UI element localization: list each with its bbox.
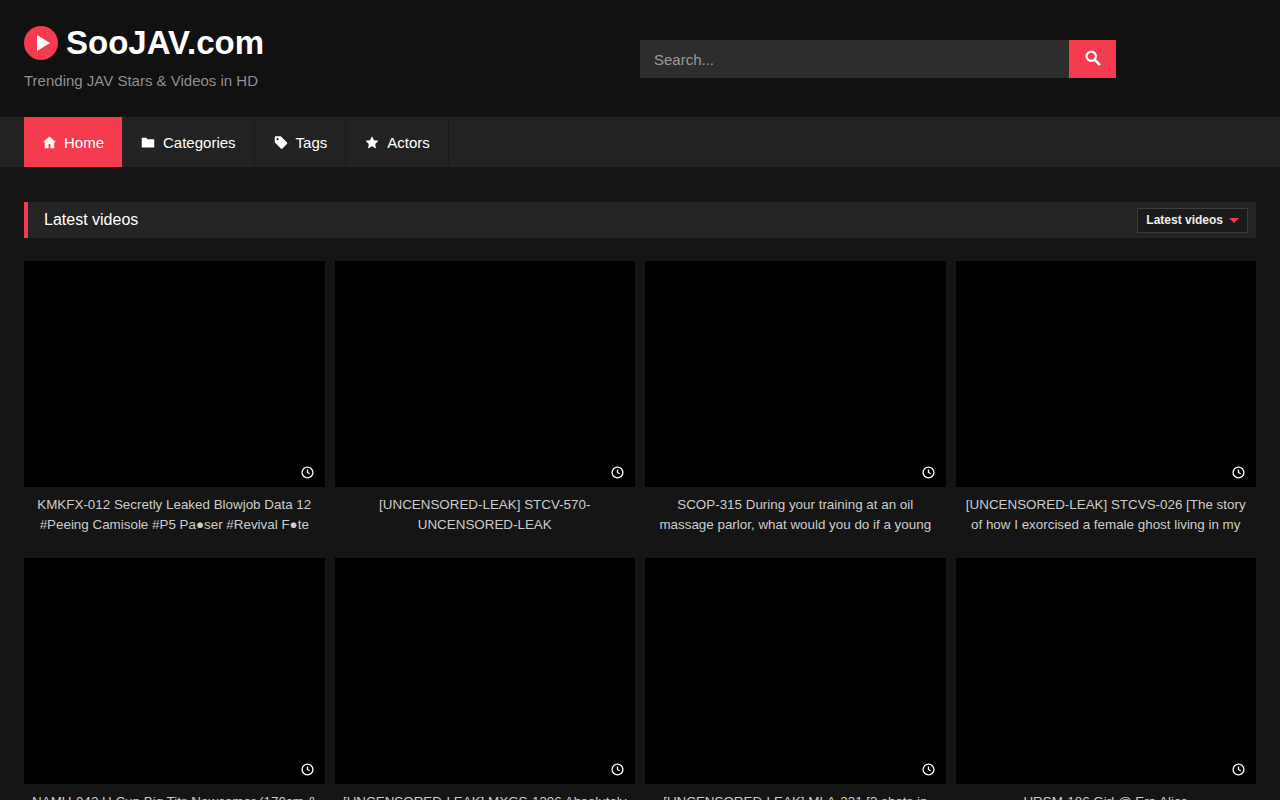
search-input[interactable] — [640, 40, 1069, 78]
video-card: URSM-186 Girl @ Era Alice — [956, 558, 1257, 800]
video-title[interactable]: URSM-186 Girl @ Era Alice — [961, 792, 1252, 800]
video-thumbnail[interactable] — [335, 558, 636, 784]
search-icon — [1084, 49, 1101, 69]
video-card: [UNCENSORED-LEAK] MLA-231 [3 shots in — [645, 558, 946, 800]
video-card: [UNCENSORED-LEAK] STCVS-026 [The story o… — [956, 261, 1257, 535]
video-thumbnail[interactable] — [24, 261, 325, 487]
nav-item-label: Categories — [163, 134, 236, 151]
folder-icon — [140, 135, 156, 150]
nav-item-label: Home — [64, 134, 104, 151]
nav-item-tags[interactable]: Tags — [255, 117, 347, 167]
clock-icon — [301, 465, 314, 478]
nav-item-label: Actors — [387, 134, 430, 151]
video-thumbnail[interactable] — [645, 261, 946, 487]
video-title[interactable]: [UNCENSORED-LEAK] MLA-231 [3 shots in — [650, 792, 941, 800]
video-thumbnail[interactable] — [335, 261, 636, 487]
video-card: [UNCENSORED-LEAK] MXGS-1306 Absolutely — [335, 558, 636, 800]
tag-icon — [273, 135, 289, 150]
nav-item-home[interactable]: Home — [24, 117, 122, 167]
video-card: SCOP-315 During your training at an oil … — [645, 261, 946, 535]
section-header: Latest videos Latest videos — [24, 202, 1256, 238]
video-card: KMKFX-012 Secretly Leaked Blowjob Data 1… — [24, 261, 325, 535]
sort-dropdown-label: Latest videos — [1146, 213, 1223, 227]
clock-icon — [922, 465, 935, 478]
video-thumbnail[interactable] — [24, 558, 325, 784]
video-thumbnail[interactable] — [645, 558, 946, 784]
video-title[interactable]: [UNCENSORED-LEAK] STCVS-026 [The story o… — [961, 495, 1252, 535]
main-nav: Home Categories Tags Actors — [0, 117, 1280, 167]
search-button[interactable] — [1069, 40, 1116, 78]
main-content: Latest videos Latest videos KMKFX-012 Se… — [0, 202, 1280, 800]
clock-icon — [922, 762, 935, 775]
nav-item-actors[interactable]: Actors — [346, 117, 449, 167]
section-title: Latest videos — [44, 211, 138, 229]
clock-icon — [1232, 762, 1245, 775]
clock-icon — [611, 762, 624, 775]
video-title[interactable]: SCOP-315 During your training at an oil … — [650, 495, 941, 535]
video-title[interactable]: [UNCENSORED-LEAK] STCV-570-UNCENSORED-LE… — [340, 495, 631, 535]
video-title[interactable]: NAMU-042 H Cup Big Tits Newcomer (170cm … — [29, 792, 320, 800]
play-icon — [24, 26, 58, 60]
video-grid: KMKFX-012 Secretly Leaked Blowjob Data 1… — [24, 261, 1256, 800]
nav-item-label: Tags — [296, 134, 328, 151]
search-bar — [640, 40, 1116, 78]
home-icon — [42, 135, 57, 150]
site-header: SooJAV.com Trending JAV Stars & Videos i… — [0, 0, 1280, 117]
tagline: Trending JAV Stars & Videos in HD — [24, 72, 264, 89]
star-icon — [364, 135, 380, 150]
video-thumbnail[interactable] — [956, 558, 1257, 784]
logo-text: SooJAV.com — [66, 24, 264, 62]
chevron-down-icon — [1229, 218, 1239, 223]
video-thumbnail[interactable] — [956, 261, 1257, 487]
sort-dropdown[interactable]: Latest videos — [1137, 208, 1248, 233]
video-title[interactable]: [UNCENSORED-LEAK] MXGS-1306 Absolutely — [340, 792, 631, 800]
video-title[interactable]: KMKFX-012 Secretly Leaked Blowjob Data 1… — [29, 495, 320, 535]
clock-icon — [611, 465, 624, 478]
site-logo[interactable]: SooJAV.com — [24, 24, 264, 62]
video-card: [UNCENSORED-LEAK] STCV-570-UNCENSORED-LE… — [335, 261, 636, 535]
clock-icon — [301, 762, 314, 775]
video-card: NAMU-042 H Cup Big Tits Newcomer (170cm … — [24, 558, 325, 800]
clock-icon — [1232, 465, 1245, 478]
brand: SooJAV.com Trending JAV Stars & Videos i… — [24, 24, 264, 89]
nav-item-categories[interactable]: Categories — [122, 117, 255, 167]
